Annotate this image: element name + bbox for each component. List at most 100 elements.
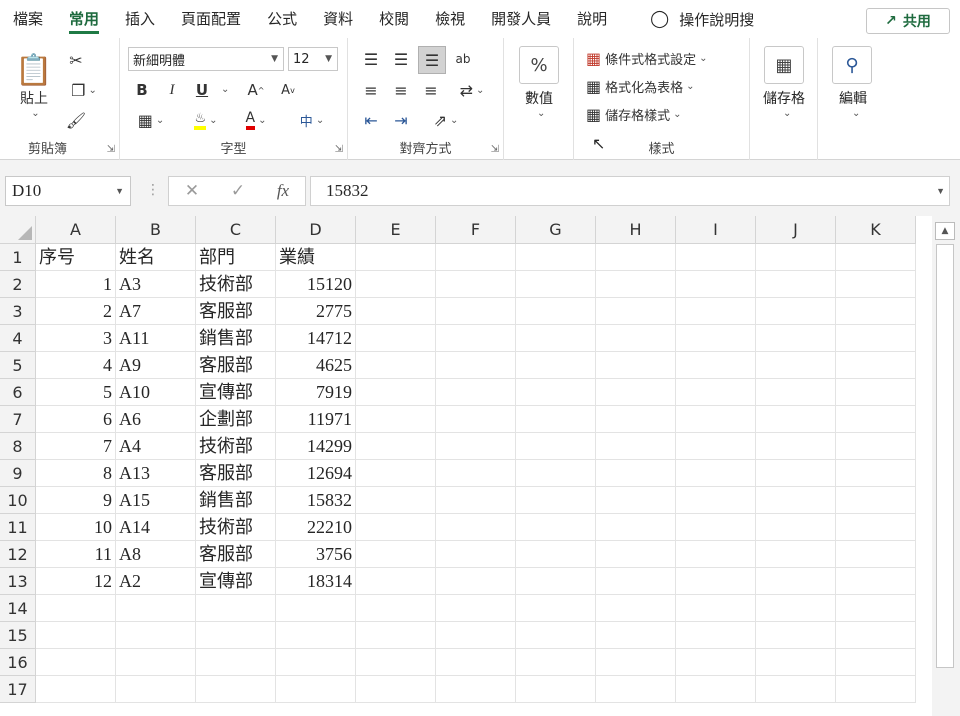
- row-header[interactable]: 10: [0, 487, 36, 514]
- enter-check-icon[interactable]: ✓: [231, 181, 245, 201]
- cell-i15[interactable]: [676, 622, 756, 649]
- cell-j9[interactable]: [756, 460, 836, 487]
- cell-b4[interactable]: A11: [116, 325, 196, 352]
- cell-a16[interactable]: [36, 649, 116, 676]
- row-header[interactable]: 16: [0, 649, 36, 676]
- cell-f1[interactable]: [436, 244, 516, 271]
- cell-i4[interactable]: [676, 325, 756, 352]
- column-header-g[interactable]: G: [516, 216, 596, 244]
- cell-k10[interactable]: [836, 487, 916, 514]
- cell-f11[interactable]: [436, 514, 516, 541]
- cell-j17[interactable]: [756, 676, 836, 703]
- align-center-button[interactable]: ≡: [388, 78, 414, 102]
- cell-g14[interactable]: [516, 595, 596, 622]
- cell-b9[interactable]: A13: [116, 460, 196, 487]
- cell-f5[interactable]: [436, 352, 516, 379]
- cell-d10[interactable]: 15832: [276, 487, 356, 514]
- font-size-combo[interactable]: 12 ▼: [288, 47, 338, 71]
- cell-i1[interactable]: [676, 244, 756, 271]
- dialog-launcher-icon[interactable]: ⇲: [107, 144, 115, 155]
- cell-d1[interactable]: 業績: [276, 244, 356, 271]
- spreadsheet-grid[interactable]: A B C D E F G H I J K 1 序号 姓名 部門 業績 2 1 A3 技術部 15120 3 2 A7 客服部 2…: [0, 216, 932, 716]
- decrease-indent-button[interactable]: ⇤: [358, 108, 384, 132]
- cell-d2[interactable]: 15120: [276, 271, 356, 298]
- cell-g16[interactable]: [516, 649, 596, 676]
- increase-font-button[interactable]: A ^: [244, 78, 268, 102]
- row-header[interactable]: 17: [0, 676, 36, 703]
- cell-h13[interactable]: [596, 568, 676, 595]
- cell-f2[interactable]: [436, 271, 516, 298]
- row-header[interactable]: 12: [0, 541, 36, 568]
- cell-f17[interactable]: [436, 676, 516, 703]
- cell-e3[interactable]: [356, 298, 436, 325]
- cell-b16[interactable]: [116, 649, 196, 676]
- cell-k9[interactable]: [836, 460, 916, 487]
- tab-view[interactable]: 檢視: [422, 0, 478, 38]
- bold-button[interactable]: B: [130, 78, 154, 102]
- scroll-thumb[interactable]: [936, 244, 954, 668]
- cell-e1[interactable]: [356, 244, 436, 271]
- cell-h14[interactable]: [596, 595, 676, 622]
- cell-k7[interactable]: [836, 406, 916, 433]
- dialog-launcher-icon[interactable]: ⇲: [335, 144, 343, 155]
- select-all-corner[interactable]: [0, 216, 36, 244]
- row-header[interactable]: 3: [0, 298, 36, 325]
- cell-h7[interactable]: [596, 406, 676, 433]
- borders-button[interactable]: ▦ ⌄: [130, 108, 172, 132]
- underline-button[interactable]: U: [190, 78, 214, 102]
- cell-c13[interactable]: 宣傳部: [196, 568, 276, 595]
- cell-a6[interactable]: 5: [36, 379, 116, 406]
- scroll-up-icon[interactable]: ▲: [935, 222, 955, 240]
- cell-e14[interactable]: [356, 595, 436, 622]
- cell-e16[interactable]: [356, 649, 436, 676]
- cell-c7[interactable]: 企劃部: [196, 406, 276, 433]
- cell-i6[interactable]: [676, 379, 756, 406]
- paste-button[interactable]: 📋 貼上 ⌄: [12, 46, 56, 126]
- cell-g6[interactable]: [516, 379, 596, 406]
- number-format-button[interactable]: %: [519, 46, 559, 84]
- row-header[interactable]: 8: [0, 433, 36, 460]
- cell-d6[interactable]: 7919: [276, 379, 356, 406]
- cell-j12[interactable]: [756, 541, 836, 568]
- cell-e17[interactable]: [356, 676, 436, 703]
- row-header[interactable]: 1: [0, 244, 36, 271]
- cell-f4[interactable]: [436, 325, 516, 352]
- tab-formulas[interactable]: 公式: [254, 0, 310, 38]
- cell-b17[interactable]: [116, 676, 196, 703]
- cell-j4[interactable]: [756, 325, 836, 352]
- cell-i17[interactable]: [676, 676, 756, 703]
- cells-button[interactable]: ▦: [764, 46, 804, 84]
- fill-color-button[interactable]: ♨ ⌄: [184, 108, 228, 132]
- row-header[interactable]: 7: [0, 406, 36, 433]
- cell-b1[interactable]: 姓名: [116, 244, 196, 271]
- cell-h15[interactable]: [596, 622, 676, 649]
- vertical-scrollbar[interactable]: ▲: [932, 216, 960, 716]
- cell-g2[interactable]: [516, 271, 596, 298]
- conditional-format-button[interactable]: ▦ 條件式格式設定 ⌄: [586, 46, 708, 70]
- cell-g5[interactable]: [516, 352, 596, 379]
- cell-f6[interactable]: [436, 379, 516, 406]
- cell-i13[interactable]: [676, 568, 756, 595]
- wrap-text-button[interactable]: ab: [450, 46, 476, 72]
- row-header[interactable]: 15: [0, 622, 36, 649]
- cell-f13[interactable]: [436, 568, 516, 595]
- cell-g7[interactable]: [516, 406, 596, 433]
- align-right-button[interactable]: ≡: [418, 78, 444, 102]
- cell-c16[interactable]: [196, 649, 276, 676]
- cell-g10[interactable]: [516, 487, 596, 514]
- cell-j14[interactable]: [756, 595, 836, 622]
- cell-c9[interactable]: 客服部: [196, 460, 276, 487]
- splitter-dots-icon[interactable]: ⋮: [146, 182, 160, 198]
- cell-i14[interactable]: [676, 595, 756, 622]
- cell-j13[interactable]: [756, 568, 836, 595]
- phonetic-button[interactable]: 中 ⌄: [290, 108, 334, 132]
- cell-c2[interactable]: 技術部: [196, 271, 276, 298]
- copy-button[interactable]: ❐ ⌄: [62, 78, 106, 102]
- share-button[interactable]: ↗ 共用: [866, 8, 950, 34]
- cell-f9[interactable]: [436, 460, 516, 487]
- row-header[interactable]: 11: [0, 514, 36, 541]
- editing-button[interactable]: ⚲: [832, 46, 872, 84]
- cell-j3[interactable]: [756, 298, 836, 325]
- cell-c14[interactable]: [196, 595, 276, 622]
- cell-a1[interactable]: 序号: [36, 244, 116, 271]
